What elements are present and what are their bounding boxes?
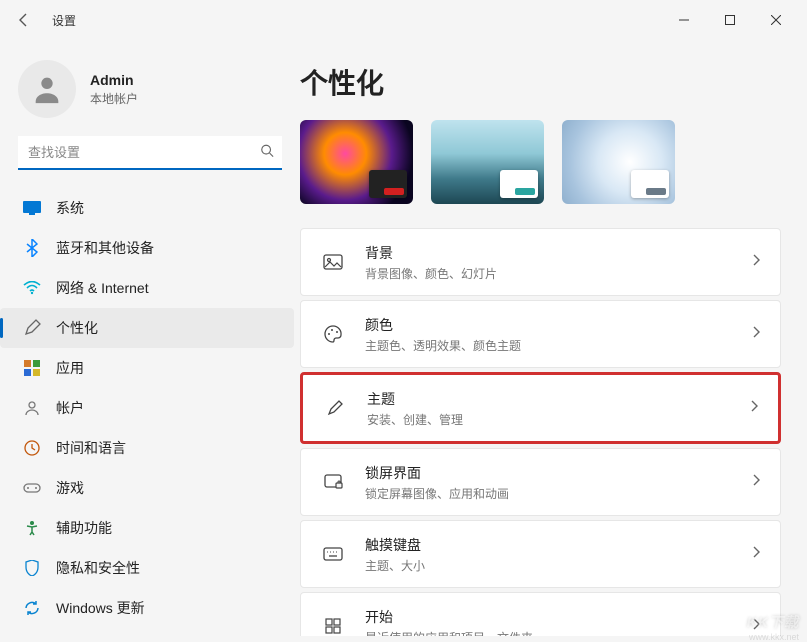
- theme-mini-window: [631, 170, 669, 198]
- card-title: 锁屏界面: [365, 463, 752, 483]
- card-themes[interactable]: 主题 安装、创建、管理: [300, 372, 781, 444]
- card-subtitle: 背景图像、颜色、幻灯片: [365, 265, 752, 282]
- nav-item-bluetooth[interactable]: 蓝牙和其他设备: [0, 228, 294, 268]
- nav-item-apps[interactable]: 应用: [0, 348, 294, 388]
- keyboard-icon: [321, 542, 345, 566]
- nav-label: 辅助功能: [56, 518, 112, 538]
- chevron-right-icon: [752, 473, 760, 491]
- nav-item-system[interactable]: 系统: [0, 188, 294, 228]
- back-button[interactable]: [8, 4, 40, 36]
- close-icon: [771, 15, 781, 25]
- page-title: 个性化: [300, 62, 781, 102]
- palette-icon: [321, 322, 345, 346]
- avatar: [18, 60, 76, 118]
- nav-label: 时间和语言: [56, 438, 126, 458]
- nav-list: 系统 蓝牙和其他设备 网络 & Internet 个性化 应用 帐户: [0, 188, 300, 628]
- account-icon: [22, 398, 42, 418]
- nav-item-windows-update[interactable]: Windows 更新: [0, 588, 294, 628]
- close-button[interactable]: [753, 4, 799, 36]
- nav-label: 网络 & Internet: [56, 278, 149, 298]
- nav-label: 帐户: [56, 398, 84, 418]
- sidebar: Admin 本地帐户 系统 蓝牙和其他设备 网络 & Internet: [0, 40, 300, 636]
- bluetooth-icon: [22, 238, 42, 258]
- card-title: 背景: [365, 243, 752, 263]
- nav-item-privacy[interactable]: 隐私和安全性: [0, 548, 294, 588]
- card-subtitle: 锁定屏幕图像、应用和动画: [365, 485, 752, 502]
- user-block[interactable]: Admin 本地帐户: [0, 50, 300, 136]
- clock-icon: [22, 438, 42, 458]
- user-subtitle: 本地帐户: [90, 90, 138, 107]
- window-title: 设置: [52, 12, 76, 29]
- card-colors[interactable]: 颜色 主题色、透明效果、颜色主题: [300, 300, 781, 368]
- nav-item-accounts[interactable]: 帐户: [0, 388, 294, 428]
- user-name: Admin: [90, 72, 138, 88]
- chevron-right-icon: [752, 325, 760, 343]
- chevron-right-icon: [752, 545, 760, 563]
- card-background[interactable]: 背景 背景图像、颜色、幻灯片: [300, 228, 781, 296]
- maximize-button[interactable]: [707, 4, 753, 36]
- start-icon: [321, 614, 345, 636]
- nav-item-network[interactable]: 网络 & Internet: [0, 268, 294, 308]
- image-icon: [321, 250, 345, 274]
- theme-preview-2[interactable]: [431, 120, 544, 204]
- minimize-button[interactable]: [661, 4, 707, 36]
- card-subtitle: 主题色、透明效果、颜色主题: [365, 337, 752, 354]
- nav-item-time-language[interactable]: 时间和语言: [0, 428, 294, 468]
- card-subtitle: 最近使用的应用和项目、文件夹: [365, 629, 752, 637]
- content-area: 个性化 背景 背景图像、颜色、幻灯片 颜色 主题色、透明效果、颜色主题: [300, 40, 807, 636]
- card-title: 触摸键盘: [365, 535, 752, 555]
- theme-preview-1[interactable]: [300, 120, 413, 204]
- brush-icon: [323, 396, 347, 420]
- nav-item-personalization[interactable]: 个性化: [0, 308, 294, 348]
- wifi-icon: [22, 278, 42, 298]
- update-icon: [22, 598, 42, 618]
- card-title: 主题: [367, 389, 750, 409]
- search-icon: [260, 144, 274, 163]
- accessibility-icon: [22, 518, 42, 538]
- back-arrow-icon: [16, 12, 32, 28]
- card-start[interactable]: 开始 最近使用的应用和项目、文件夹: [300, 592, 781, 636]
- maximize-icon: [725, 15, 735, 25]
- chevron-right-icon: [752, 253, 760, 271]
- card-subtitle: 安装、创建、管理: [367, 411, 750, 428]
- theme-mini-window: [369, 170, 407, 198]
- lockscreen-icon: [321, 470, 345, 494]
- chevron-right-icon: [750, 399, 758, 417]
- card-title: 颜色: [365, 315, 752, 335]
- theme-previews: [300, 120, 781, 204]
- nav-item-accessibility[interactable]: 辅助功能: [0, 508, 294, 548]
- card-title: 开始: [365, 607, 752, 627]
- theme-mini-window: [500, 170, 538, 198]
- minimize-icon: [679, 15, 689, 25]
- nav-label: 系统: [56, 198, 84, 218]
- paintbrush-icon: [22, 318, 42, 338]
- gamepad-icon: [22, 478, 42, 498]
- nav-label: 游戏: [56, 478, 84, 498]
- search-input[interactable]: [18, 136, 282, 170]
- nav-label: 隐私和安全性: [56, 558, 140, 578]
- nav-label: Windows 更新: [56, 598, 145, 618]
- card-lockscreen[interactable]: 锁屏界面 锁定屏幕图像、应用和动画: [300, 448, 781, 516]
- shield-icon: [22, 558, 42, 578]
- apps-icon: [22, 358, 42, 378]
- nav-label: 个性化: [56, 318, 98, 338]
- theme-preview-3[interactable]: [562, 120, 675, 204]
- card-touch-keyboard[interactable]: 触摸键盘 主题、大小: [300, 520, 781, 588]
- nav-item-gaming[interactable]: 游戏: [0, 468, 294, 508]
- person-icon: [30, 72, 64, 106]
- nav-label: 蓝牙和其他设备: [56, 238, 154, 258]
- chevron-right-icon: [752, 617, 760, 635]
- nav-label: 应用: [56, 358, 84, 378]
- card-subtitle: 主题、大小: [365, 557, 752, 574]
- system-icon: [22, 198, 42, 218]
